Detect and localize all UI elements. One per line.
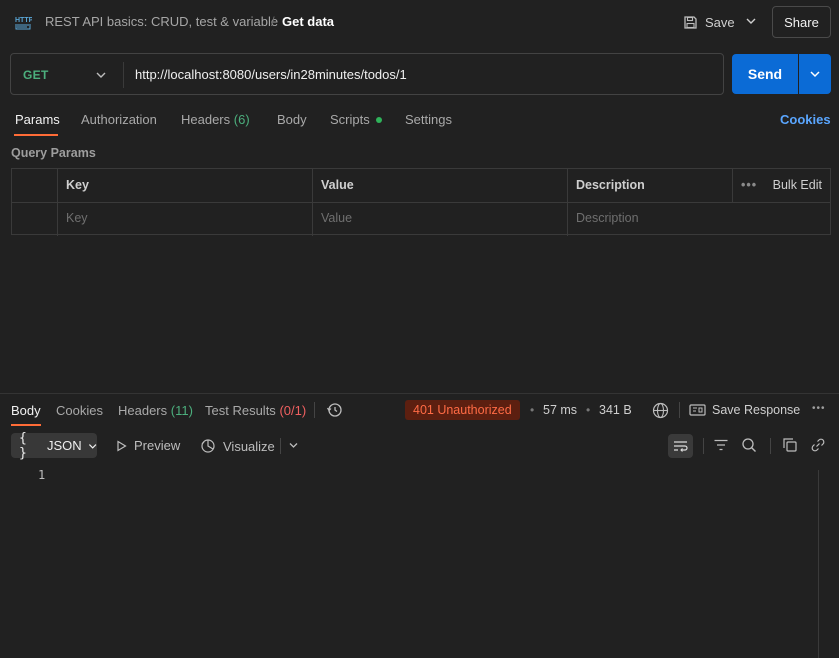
http-request-icon: HTTP (15, 17, 32, 30)
breadcrumb-collection[interactable]: REST API basics: CRUD, test & variable (45, 14, 278, 29)
tab-scripts[interactable]: Scripts (330, 112, 382, 127)
tab-headers[interactable]: Headers (6) (181, 112, 250, 127)
copy-icon[interactable] (782, 437, 798, 453)
response-time[interactable]: 57 ms (543, 403, 577, 417)
url-input[interactable]: http://localhost:8080/users/in28minutes/… (135, 67, 407, 82)
bulk-edit-cell: ••• Bulk Edit (732, 169, 830, 202)
table-header-row: Key Value Description ••• Bulk Edit (12, 169, 830, 202)
column-value: Value (312, 169, 567, 202)
divider (679, 402, 680, 418)
row-checkbox-cell (12, 203, 57, 236)
separator-dot: • (530, 403, 535, 417)
response-headers-label: Headers (118, 403, 168, 418)
response-tab-test-results[interactable]: Test Results (0/1) (205, 403, 306, 418)
save-icon (684, 15, 697, 29)
query-params-title: Query Params (11, 146, 96, 160)
response-tab-cookies[interactable]: Cookies (56, 403, 103, 418)
divider (280, 438, 281, 454)
scrollbar[interactable] (818, 470, 819, 658)
more-icon[interactable]: ••• (741, 178, 757, 192)
query-params-table: Key Value Description ••• Bulk Edit Key … (11, 168, 831, 236)
tab-params[interactable]: Params (15, 112, 60, 127)
separator-dot: • (586, 403, 591, 417)
table-row: Key Value Description (12, 202, 830, 236)
line-number: 1 (38, 468, 46, 482)
active-tab-indicator (14, 134, 58, 136)
response-tab-body[interactable]: Body (11, 403, 41, 418)
value-input[interactable]: Value (312, 203, 567, 236)
chevron-down-icon[interactable] (288, 440, 299, 451)
active-tab-indicator (11, 424, 41, 426)
column-key: Key (57, 169, 312, 202)
preview-button[interactable]: Preview (116, 438, 180, 453)
key-input[interactable]: Key (57, 203, 312, 236)
format-label: JSON (46, 438, 82, 453)
filter-icon[interactable] (713, 437, 729, 453)
chevron-down-icon[interactable] (95, 68, 107, 82)
link-icon[interactable] (810, 437, 826, 453)
url-divider (123, 62, 124, 88)
history-icon[interactable] (326, 402, 343, 418)
tab-headers-count: (6) (233, 112, 250, 127)
share-button[interactable]: Share (772, 6, 831, 38)
bulk-edit-button[interactable]: Bulk Edit (773, 178, 822, 192)
divider (703, 438, 704, 454)
test-results-count: (0/1) (279, 403, 307, 418)
breadcrumb-separator: / (271, 14, 275, 29)
save-response-icon (689, 404, 706, 416)
more-icon[interactable]: ••• (812, 403, 826, 414)
visualize-icon (201, 439, 215, 453)
globe-icon[interactable] (652, 402, 669, 419)
save-button[interactable]: Save (683, 10, 735, 34)
test-results-label: Test Results (205, 403, 276, 418)
scripts-indicator-dot (375, 117, 382, 123)
tab-scripts-label: Scripts (330, 112, 370, 127)
divider (314, 402, 315, 418)
response-size[interactable]: 341 B (599, 403, 632, 417)
braces-icon: { } (19, 430, 27, 461)
cookies-link[interactable]: Cookies (780, 112, 831, 127)
status-badge[interactable]: 401 Unauthorized (405, 400, 520, 420)
svg-text:HTTP: HTTP (15, 17, 32, 24)
search-icon[interactable] (741, 437, 757, 453)
response-divider[interactable] (0, 393, 839, 394)
response-headers-count: (11) (170, 403, 193, 418)
response-tab-headers[interactable]: Headers (11) (118, 403, 193, 418)
play-icon (117, 439, 127, 452)
save-response-button[interactable]: Save Response (712, 403, 800, 417)
checkbox-column (12, 169, 57, 202)
tab-authorization[interactable]: Authorization (81, 112, 157, 127)
request-title[interactable]: Get data (282, 14, 334, 29)
url-bar: GET http://localhost:8080/users/in28minu… (10, 53, 724, 95)
chevron-down-icon[interactable] (745, 14, 757, 28)
preview-label: Preview (134, 438, 181, 453)
tab-headers-label: Headers (181, 112, 231, 127)
wrap-icon (674, 440, 688, 452)
tab-settings[interactable]: Settings (405, 112, 452, 127)
divider (770, 438, 771, 454)
visualize-button[interactable]: Visualize (200, 438, 275, 454)
save-label: Save (705, 14, 735, 30)
visualize-label: Visualize (223, 438, 275, 454)
wrap-lines-button[interactable] (668, 434, 693, 458)
chevron-down-icon (88, 443, 97, 449)
send-options-button[interactable] (799, 54, 831, 94)
tab-body[interactable]: Body (277, 112, 307, 127)
chevron-down-icon (810, 71, 820, 78)
description-input[interactable]: Description (567, 203, 830, 236)
column-description: Description (567, 169, 732, 202)
method-select[interactable]: GET (23, 68, 49, 82)
format-select[interactable]: { } JSON (11, 430, 97, 461)
send-button[interactable]: Send (732, 54, 798, 94)
top-bar: HTTP REST API basics: CRUD, test & varia… (0, 0, 839, 44)
